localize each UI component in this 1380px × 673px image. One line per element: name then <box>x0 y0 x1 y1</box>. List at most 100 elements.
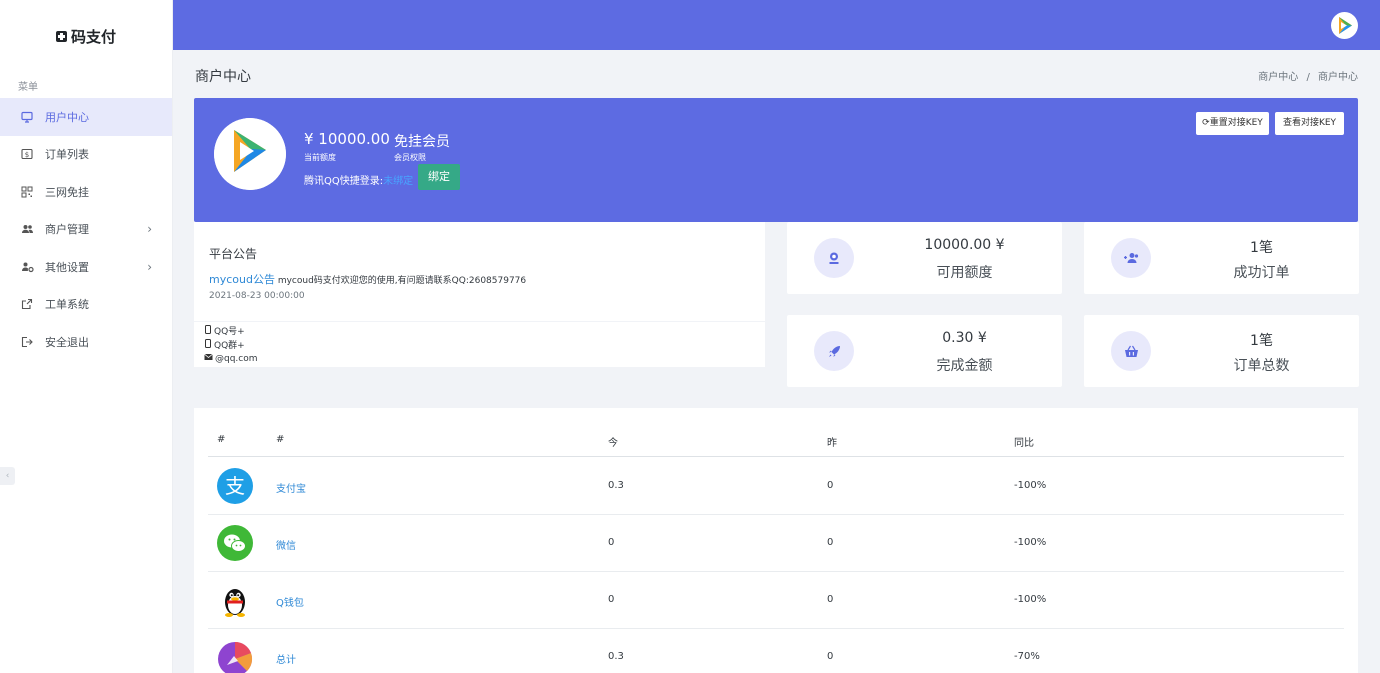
merchant-avatar <box>214 118 286 190</box>
change-value: -100% <box>1014 480 1047 491</box>
sidebar: 码支付 菜单 用户中心 $ 订单列表 三网免挂 商户管理 › 其他设置 › 工单… <box>0 0 173 673</box>
column-header: 今 <box>608 438 618 449</box>
menu-title: 菜单 <box>18 82 38 93</box>
yesterday-value: 0 <box>827 651 834 662</box>
column-header: # <box>276 434 285 445</box>
sidebar-item-label: 工单系统 <box>45 298 89 312</box>
top-bar <box>173 0 1380 50</box>
page-title: 商户中心 <box>195 69 251 85</box>
announcement-title: 平台公告 <box>209 247 258 261</box>
sidebar-item-three-net[interactable]: 三网免挂 <box>0 173 172 211</box>
announcement-link[interactable]: mycoud公告 <box>209 273 275 286</box>
column-header: 同比 <box>1014 438 1034 449</box>
sidebar-item-label: 订单列表 <box>45 148 89 162</box>
balance-label: 当前额度 <box>304 153 336 162</box>
stat-value: 1笔 <box>1250 240 1273 256</box>
user-cog-icon <box>20 260 34 274</box>
stat-value: 0.30 ¥ <box>942 330 987 346</box>
total-icon <box>217 639 253 673</box>
contact-card: QQ号+ QQ群+ @qq.com <box>194 322 765 367</box>
logout-icon <box>20 335 34 349</box>
breadcrumb-item-current: 商户中心 <box>1318 72 1358 83</box>
stat-card-total-orders: 1笔 订单总数 <box>1084 315 1359 387</box>
channel-name[interactable]: Q钱包 <box>276 594 304 609</box>
svg-text:$: $ <box>25 151 29 159</box>
today-value: 0 <box>608 594 615 605</box>
contact-qq: QQ号+ <box>204 325 755 339</box>
announcement-text: mycoud码支付欢迎您的使用,有问题请联系QQ:2608579776 <box>277 276 527 286</box>
contact-email: @qq.com <box>204 353 755 366</box>
channel-name[interactable]: 支付宝 <box>276 480 306 495</box>
view-key-button[interactable]: 查看对接KEY <box>1275 112 1344 135</box>
chevron-right-icon: › <box>147 222 152 237</box>
breadcrumb-item[interactable]: 商户中心 <box>1258 72 1298 83</box>
today-value: 0 <box>608 537 615 548</box>
svg-text:支: 支 <box>225 474 245 498</box>
sidebar-item-label: 用户中心 <box>45 110 89 124</box>
sidebar-item-ticket-system[interactable]: 工单系统 <box>0 286 172 324</box>
table-row: 微信 0 0 -100% <box>208 515 1344 572</box>
stat-label: 完成金额 <box>936 358 993 374</box>
reset-key-button[interactable]: ⟳重置对接KEY <box>1196 112 1269 135</box>
table-row: 支 支付宝 0.3 0 -100% <box>208 458 1344 515</box>
member-level: 免挂会员 <box>394 134 450 150</box>
refresh-icon: ⟳ <box>1202 118 1210 128</box>
sidebar-item-other-settings[interactable]: 其他设置 › <box>0 248 172 286</box>
announcement-card: 平台公告 mycoud公告 mycoud码支付欢迎您的使用,有问题请联系QQ:2… <box>194 222 765 321</box>
qq-login-row: 腾讯QQ快捷登录:未绑定 <box>304 172 413 187</box>
sidebar-item-orders[interactable]: $ 订单列表 <box>0 136 172 174</box>
stat-label: 成功订单 <box>1233 265 1290 281</box>
qq-login-label: 腾讯QQ快捷登录: <box>304 176 384 187</box>
column-header: # <box>217 434 226 445</box>
profile-banner: ¥ 10000.00 当前额度 免挂会员 会员权限 腾讯QQ快捷登录:未绑定 绑… <box>194 98 1358 222</box>
stat-value: 10000.00 ¥ <box>924 237 1005 253</box>
stat-label: 订单总数 <box>1233 358 1290 374</box>
monitor-icon <box>20 110 34 124</box>
external-link-icon <box>20 297 34 311</box>
brand-name: 码支付 <box>70 27 116 46</box>
change-value: -100% <box>1014 594 1047 605</box>
sidebar-item-label: 其他设置 <box>45 260 89 274</box>
member-level-label: 会员权限 <box>394 153 426 162</box>
table-header: # # 今 昨 同比 <box>208 408 1344 457</box>
announcement-date: 2021-08-23 00:00:00 <box>209 291 305 301</box>
breadcrumb: 商户中心 / 商户中心 <box>1258 68 1358 83</box>
channel-name[interactable]: 总计 <box>276 651 296 666</box>
user-avatar[interactable] <box>1331 12 1358 39</box>
users-icon <box>20 222 34 236</box>
stat-card-available-balance: 10000.00 ¥ 可用额度 <box>787 222 1062 294</box>
sidebar-collapse-toggle[interactable]: ‹ <box>0 467 15 485</box>
mobile-icon <box>204 339 212 353</box>
bind-qq-button[interactable]: 绑定 <box>418 164 460 190</box>
stat-card-completed-amount: 0.30 ¥ 完成金额 <box>787 315 1062 387</box>
sidebar-item-logout[interactable]: 安全退出 <box>0 323 172 361</box>
sidebar-item-merchant-management[interactable]: 商户管理 › <box>0 211 172 249</box>
change-value: -70% <box>1014 651 1040 662</box>
dollar-icon: $ <box>20 147 34 161</box>
sidebar-item-label: 安全退出 <box>45 335 89 349</box>
envelope-icon <box>204 353 213 366</box>
stat-value: 1笔 <box>1250 333 1273 349</box>
wechat-icon <box>217 525 253 561</box>
column-header: 昨 <box>827 438 837 449</box>
channel-stats-table: # # 今 昨 同比 支 支付宝 0.3 0 -100% 微信 0 0 -100… <box>194 408 1358 673</box>
table-row: Q钱包 0 0 -100% <box>208 572 1344 629</box>
sidebar-item-user-center[interactable]: 用户中心 <box>0 98 172 136</box>
today-value: 0.3 <box>608 651 624 662</box>
chevron-right-icon: › <box>147 259 152 274</box>
channel-name[interactable]: 微信 <box>276 537 296 552</box>
brand-logo[interactable]: 码支付 <box>0 0 172 72</box>
user-plus-icon <box>1111 238 1151 278</box>
table-row: 总计 0.3 0 -70% <box>208 629 1344 673</box>
today-value: 0.3 <box>608 480 624 491</box>
change-value: -100% <box>1014 537 1047 548</box>
balance-value: ¥ 10000.00 <box>304 130 390 148</box>
rocket-icon <box>814 331 854 371</box>
qq-login-status: 未绑定 <box>383 176 414 187</box>
sidebar-item-label: 三网免挂 <box>45 185 89 199</box>
announcement-item: mycoud公告 mycoud码支付欢迎您的使用,有问题请联系QQ:260857… <box>209 271 526 287</box>
yesterday-value: 0 <box>827 594 834 605</box>
basket-icon <box>1111 331 1151 371</box>
wallet-icon <box>814 238 854 278</box>
sidebar-item-label: 商户管理 <box>45 223 89 237</box>
